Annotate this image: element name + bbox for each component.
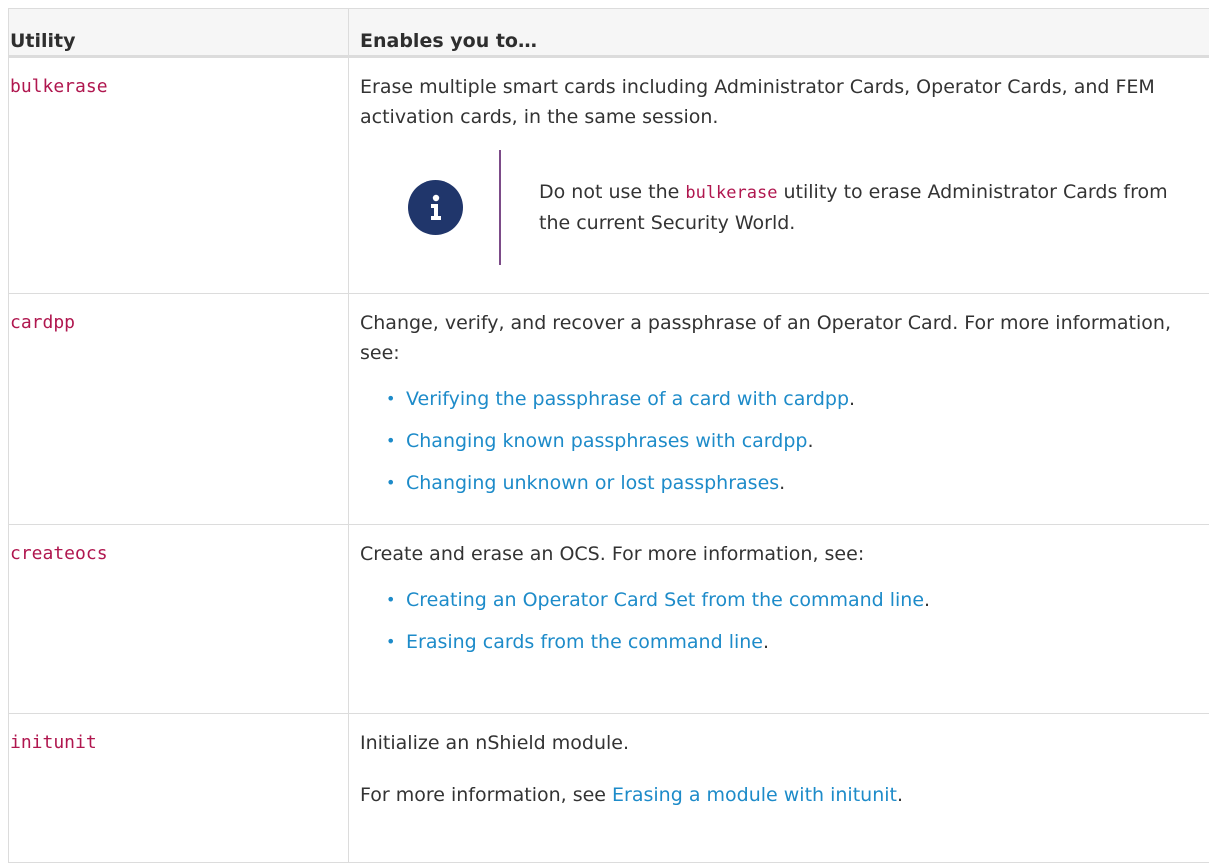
- header-utility: Utility: [9, 9, 349, 57]
- description-cell: Create and erase an OCS. For more inform…: [349, 525, 1209, 714]
- list-item: Changing unknown or lost passphrases.: [386, 468, 1194, 498]
- table-row: initunit Initialize an nShield module. F…: [9, 714, 1209, 863]
- description-text: Erase multiple smart cards including Adm…: [360, 72, 1194, 132]
- link-change-known-passphrases[interactable]: Changing known passphrases with cardpp: [406, 430, 807, 452]
- description-cell: Erase multiple smart cards including Adm…: [349, 57, 1209, 294]
- link-erase-cards[interactable]: Erasing cards from the command line: [406, 631, 763, 653]
- note-text: Do not use the bulkerase utility to eras…: [539, 177, 1194, 238]
- note-callout: Do not use the bulkerase utility to eras…: [360, 150, 1194, 265]
- utility-name: initunit: [10, 732, 97, 753]
- list-item: Creating an Operator Card Set from the c…: [386, 585, 1194, 615]
- table-row: createocs Create and erase an OCS. For m…: [9, 525, 1209, 714]
- link-verify-passphrase[interactable]: Verifying the passphrase of a card with …: [406, 388, 849, 410]
- table-row: cardpp Change, verify, and recover a pas…: [9, 294, 1209, 525]
- description-text: Initialize an nShield module.: [360, 728, 1194, 758]
- utilities-table: Utility Enables you to… bulkerase Erase …: [8, 8, 1209, 863]
- note-divider: [499, 150, 501, 265]
- list-item: Changing known passphrases with cardpp.: [386, 426, 1194, 456]
- utility-cell: initunit: [9, 714, 349, 863]
- link-list: Creating an Operator Card Set from the c…: [360, 585, 1194, 657]
- utility-name: createocs: [10, 543, 108, 564]
- description-cell: Change, verify, and recover a passphrase…: [349, 294, 1209, 525]
- inline-code: bulkerase: [685, 183, 777, 203]
- utility-cell: createocs: [9, 525, 349, 714]
- more-info-text: For more information, see Erasing a modu…: [360, 780, 1194, 810]
- description-cell: Initialize an nShield module. For more i…: [349, 714, 1209, 863]
- utility-cell: bulkerase: [9, 57, 349, 294]
- link-create-ocs[interactable]: Creating an Operator Card Set from the c…: [406, 589, 924, 611]
- utility-name: bulkerase: [10, 76, 108, 97]
- info-icon: [408, 180, 463, 235]
- description-text: Change, verify, and recover a passphrase…: [360, 308, 1194, 368]
- link-change-unknown-passphrases[interactable]: Changing unknown or lost passphrases: [406, 472, 779, 494]
- utility-name: cardpp: [10, 312, 75, 333]
- list-item: Erasing cards from the command line.: [386, 627, 1194, 657]
- header-enables: Enables you to…: [349, 9, 1209, 57]
- table-row: bulkerase Erase multiple smart cards inc…: [9, 57, 1209, 294]
- link-erase-module[interactable]: Erasing a module with initunit: [612, 784, 897, 806]
- utility-cell: cardpp: [9, 294, 349, 525]
- description-text: Create and erase an OCS. For more inform…: [360, 539, 1194, 569]
- table-header-row: Utility Enables you to…: [9, 9, 1209, 57]
- list-item: Verifying the passphrase of a card with …: [386, 384, 1194, 414]
- link-list: Verifying the passphrase of a card with …: [360, 384, 1194, 498]
